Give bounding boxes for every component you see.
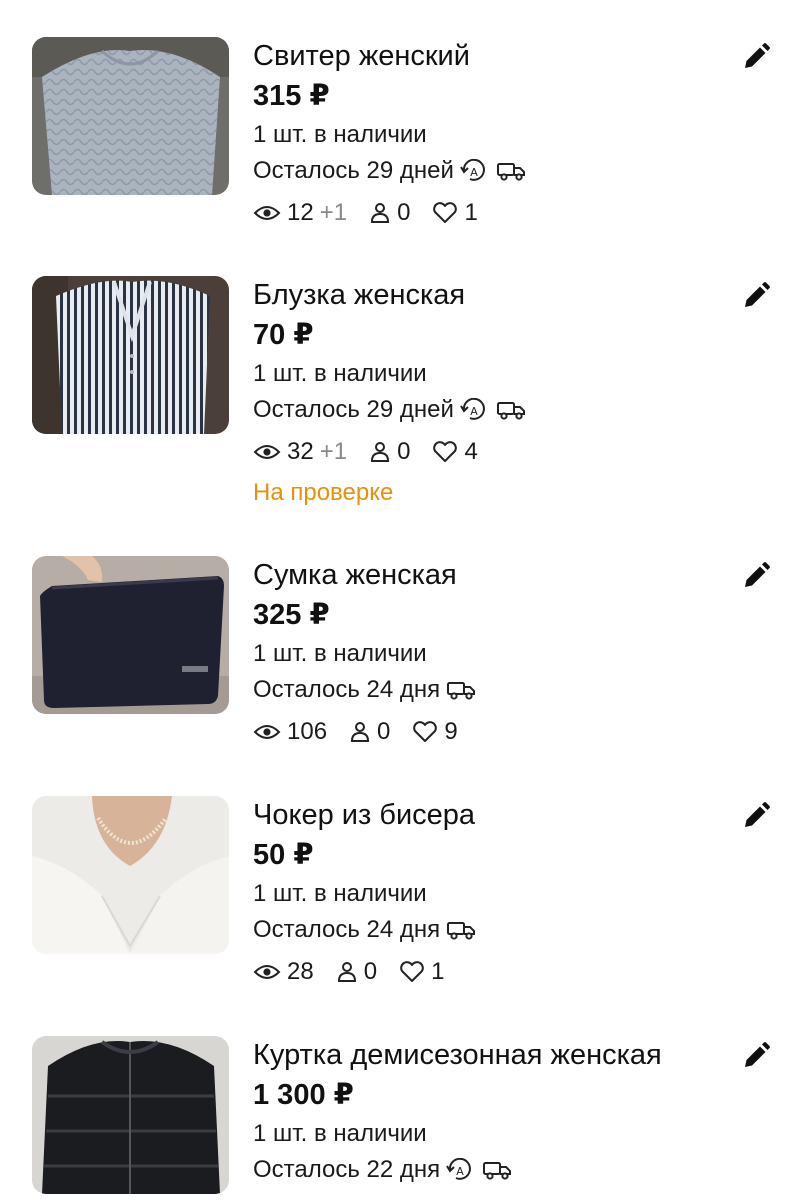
favorites-count: 1 — [431, 958, 445, 985]
remaining-text: Осталось 29 дней — [253, 157, 454, 184]
views-count: 12 — [287, 199, 314, 226]
edit-listing-button[interactable] — [738, 41, 774, 77]
listing-price: 70 ₽ — [253, 319, 314, 351]
views-stat: 106 — [253, 718, 327, 746]
person-icon — [369, 202, 391, 224]
favorites-stat: 9 — [412, 718, 458, 746]
views-count: 32 — [287, 438, 314, 465]
delivery-truck-icon — [496, 399, 526, 421]
favorites-stat: 1 — [399, 958, 444, 986]
listing-stock: 1 шт. в наличии — [253, 1120, 427, 1147]
remaining-text: Осталось 29 дней — [253, 396, 454, 423]
listing-price: 50 ₽ — [253, 839, 314, 871]
favorites-stat: 1 — [432, 199, 478, 227]
edit-listing-button[interactable] — [738, 280, 774, 316]
listing-remaining: Осталось 22 дня A — [253, 1152, 723, 1188]
heart-icon — [412, 721, 438, 743]
eye-icon — [253, 962, 281, 982]
listing-stock: 1 шт. в наличии — [253, 121, 427, 148]
listing-photo-jacket[interactable] — [32, 1036, 229, 1194]
listing-photo-choker[interactable] — [32, 796, 229, 954]
moderation-status: На проверке — [253, 479, 394, 506]
eye-icon — [253, 442, 281, 462]
listing-remaining: Осталось 29 дней A — [253, 392, 723, 428]
listing-stock: 1 шт. в наличии — [253, 640, 427, 667]
svg-text:A: A — [470, 405, 478, 418]
views-count: 28 — [287, 958, 314, 985]
views-stat: 28 — [253, 958, 314, 986]
listing-title[interactable]: Сумка женская — [253, 556, 723, 594]
listing-photo-blouse[interactable] — [32, 276, 229, 434]
contacts-count: 0 — [397, 199, 411, 226]
contacts-count: 0 — [377, 718, 391, 745]
edit-listing-button[interactable] — [738, 560, 774, 596]
pencil-icon — [741, 281, 771, 316]
delivery-truck-icon — [496, 160, 526, 182]
heart-icon — [399, 961, 425, 983]
views-stat: 12 +1 — [253, 199, 347, 227]
pencil-icon — [741, 1041, 771, 1076]
auto-renew-icon: A — [460, 398, 490, 422]
listing-remaining: Осталось 24 дня — [253, 912, 723, 948]
delivery-truck-icon — [446, 919, 476, 941]
pencil-icon — [741, 561, 771, 596]
favorites-count: 9 — [444, 718, 458, 745]
views-delta: +1 — [319, 199, 348, 226]
remaining-text: Осталось 24 дня — [253, 916, 441, 943]
favorites-count: 4 — [464, 438, 478, 465]
eye-icon — [253, 203, 281, 223]
listing-title[interactable]: Куртка демисезонная женская — [253, 1036, 723, 1074]
listing-remaining: Осталось 24 дня — [253, 672, 723, 708]
listing-stats: 28 0 1 — [253, 954, 723, 990]
listing-title[interactable]: Свитер женский — [253, 37, 723, 75]
listing-stats: 12 +1 0 1 — [253, 195, 723, 231]
remaining-text: Осталось 24 дня — [253, 676, 441, 703]
contacts-stat: 0 — [369, 199, 410, 227]
listing-remaining: Осталось 29 дней A — [253, 153, 723, 189]
listing-price: 315 ₽ — [253, 80, 330, 112]
auto-renew-icon: A — [460, 159, 490, 183]
listing-title[interactable]: Блузка женская — [253, 276, 723, 314]
contacts-stat: 0 — [349, 718, 390, 746]
views-delta: +1 — [319, 438, 348, 465]
person-icon — [349, 721, 371, 743]
listing-price: 325 ₽ — [253, 599, 330, 631]
pencil-icon — [741, 42, 771, 77]
heart-icon — [432, 202, 458, 224]
remaining-text: Осталось 22 дня — [253, 1156, 441, 1183]
edit-listing-button[interactable] — [738, 1040, 774, 1076]
pencil-icon — [741, 801, 771, 836]
edit-listing-button[interactable] — [738, 800, 774, 836]
favorites-stat: 4 — [432, 438, 478, 466]
person-icon — [336, 961, 358, 983]
listing-stats: 106 0 9 — [253, 714, 723, 750]
svg-text:A: A — [456, 1165, 464, 1178]
favorites-count: 1 — [464, 199, 478, 226]
listing-price: 1 300 ₽ — [253, 1079, 354, 1111]
svg-text:A: A — [470, 166, 478, 179]
eye-icon — [253, 722, 281, 742]
listing-photo-sweater[interactable] — [32, 37, 229, 195]
person-icon — [369, 441, 391, 463]
contacts-count: 0 — [397, 438, 411, 465]
heart-icon — [432, 441, 458, 463]
contacts-stat: 0 — [369, 438, 410, 466]
views-stat: 32 +1 — [253, 438, 347, 466]
contacts-count: 0 — [363, 958, 378, 985]
auto-renew-icon: A — [446, 1158, 476, 1182]
delivery-truck-icon — [482, 1159, 512, 1181]
listing-stats: 32 +1 0 4 — [253, 434, 723, 470]
listing-photo-bag[interactable] — [32, 556, 229, 714]
contacts-stat: 0 — [336, 958, 377, 986]
delivery-truck-icon — [446, 679, 476, 701]
views-count: 106 — [287, 718, 328, 745]
listing-stock: 1 шт. в наличии — [253, 360, 427, 387]
listing-stock: 1 шт. в наличии — [253, 880, 427, 907]
listing-title[interactable]: Чокер из бисера — [253, 796, 723, 834]
